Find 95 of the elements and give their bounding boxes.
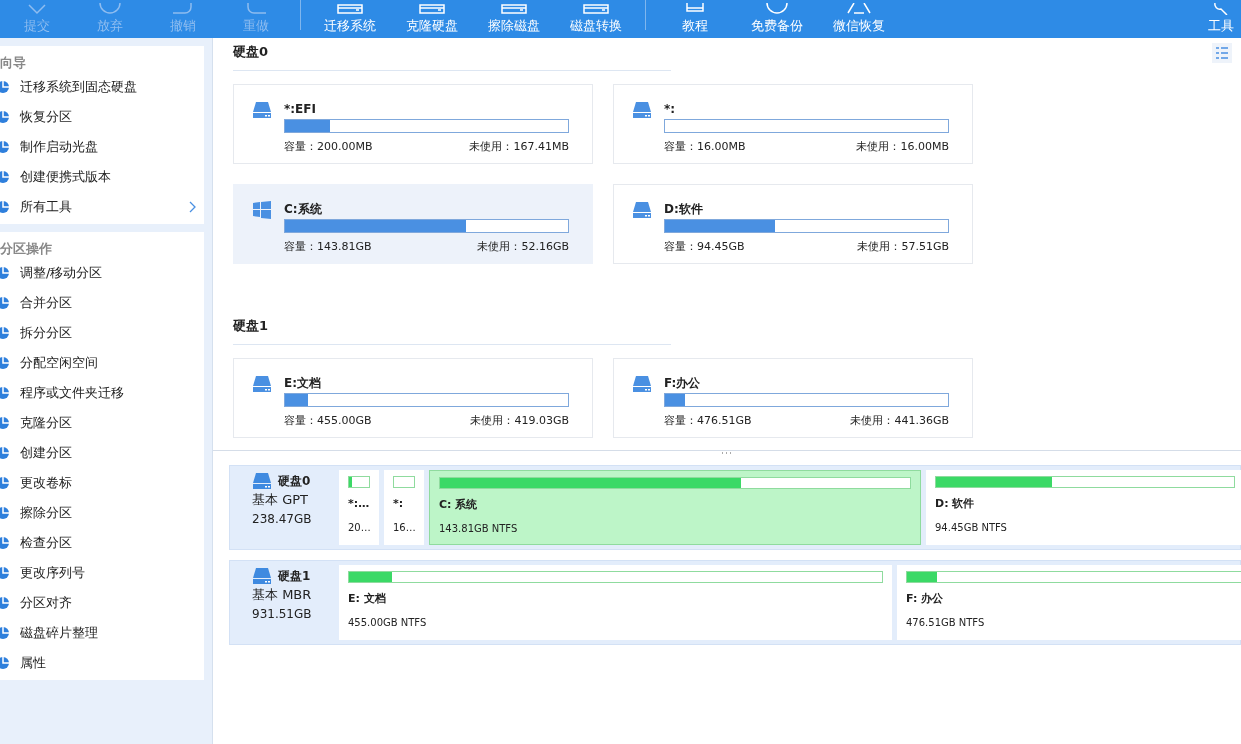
sidebar-item[interactable]: 检查分区 — [0, 528, 204, 558]
toolbar-button[interactable]: 教程 — [654, 0, 736, 38]
toolbar-button[interactable]: 磁盘转换 — [555, 0, 637, 38]
disk-name: 硬盘0 — [278, 473, 311, 490]
partition-card[interactable]: C:系统 容量：143.81GB 未使用：52.16GB — [233, 184, 593, 264]
section-title: 向导 — [0, 53, 27, 72]
capacity-text: 容量：476.51GB — [664, 413, 752, 429]
sidebar-item[interactable]: 磁盘碎片整理 — [0, 618, 204, 648]
windows-icon — [252, 201, 272, 219]
sidebar-item[interactable]: 属性 — [0, 648, 204, 678]
unused-text: 未使用：57.51GB — [857, 239, 949, 255]
unused-text: 未使用：167.41MB — [469, 139, 569, 155]
layout-icon[interactable] — [1212, 43, 1232, 63]
sidebar-item[interactable]: 合并分区 — [0, 288, 204, 318]
sidebar-item[interactable]: 迁移系统到固态硬盘 — [0, 72, 204, 102]
sidebar-item[interactable]: 分区对齐 — [0, 588, 204, 618]
toolbar-button[interactable]: 微信恢复 — [818, 0, 900, 38]
partition-block[interactable]: *: 16… — [384, 470, 424, 545]
sidebar-item[interactable]: 更改序列号 — [0, 558, 204, 588]
drive-icon — [252, 567, 272, 585]
partition-name: *: — [664, 101, 677, 117]
partition-name: D:软件 — [664, 201, 704, 217]
drive-icon — [632, 201, 652, 219]
partition-info: 20… — [348, 520, 370, 535]
partition-card[interactable]: F:办公 容量：476.51GB 未使用：441.36GB — [613, 358, 973, 438]
drive-icon — [252, 101, 272, 119]
sidebar-item[interactable]: 调整/移动分区 — [0, 258, 204, 288]
usage-bar — [393, 476, 415, 488]
partition-block[interactable]: E: 文档 455.00GB NTFS — [339, 565, 892, 640]
partition-name: C: 系统 — [439, 497, 479, 513]
drive-icon — [500, 3, 528, 15]
drive-icon — [252, 375, 272, 393]
disk-title: 硬盘1 — [233, 317, 269, 336]
disk-size: 238.47GB — [252, 510, 313, 528]
partition-info: 143.81GB NTFS — [439, 521, 519, 536]
drive-icon — [336, 3, 364, 15]
partition-card[interactable]: D:软件 容量：94.45GB 未使用：57.51GB — [613, 184, 973, 264]
sidebar-item[interactable]: 所有工具 — [0, 192, 204, 222]
splitter-handle[interactable] — [720, 451, 734, 455]
partition-name: *:EFI — [284, 101, 317, 117]
disk-type: 基本 GPT — [252, 491, 309, 509]
drive-icon — [582, 3, 610, 15]
sidebar-item[interactable]: 创建便携式版本 — [0, 162, 204, 192]
section-title: 分区操作 — [0, 239, 53, 258]
partition-name: F:办公 — [664, 375, 702, 391]
partition-info: 16… — [393, 520, 415, 535]
partition-name: D: 软件 — [935, 496, 976, 512]
sidebar-item[interactable]: 恢复分区 — [0, 102, 204, 132]
sidebar-item[interactable]: 拆分分区 — [0, 318, 204, 348]
disk-name: 硬盘1 — [278, 568, 311, 585]
toolbar-button[interactable]: 克隆硬盘 — [391, 0, 473, 38]
partition-info: 94.45GB NTFS — [935, 520, 1008, 535]
drive-icon — [632, 101, 652, 119]
sidebar-item[interactable]: 更改卷标 — [0, 468, 204, 498]
partition-info: 455.00GB NTFS — [348, 615, 428, 630]
sidebar-item[interactable]: 擦除分区 — [0, 498, 204, 528]
capacity-text: 容量：94.45GB — [664, 239, 745, 255]
partition-info: 476.51GB NTFS — [906, 615, 986, 630]
partition-card[interactable]: E:文档 容量：455.00GB 未使用：419.03GB — [233, 358, 593, 438]
partition-card[interactable]: *: 容量：16.00MB 未使用：16.00MB — [613, 84, 973, 164]
partition-name: E:文档 — [284, 375, 322, 391]
sidebar-item[interactable]: 程序或文件夹迁移 — [0, 378, 204, 408]
capacity-text: 容量：455.00GB — [284, 413, 372, 429]
toolbar-button[interactable]: 免费备份 — [736, 0, 818, 38]
sidebar-item[interactable]: 制作启动光盘 — [0, 132, 204, 162]
partition-block[interactable]: D: 软件 94.45GB NTFS — [926, 470, 1241, 545]
partition-name: C:系统 — [284, 201, 323, 217]
partition-block[interactable]: F: 办公 476.51GB NTFS — [897, 565, 1241, 640]
unused-text: 未使用：52.16GB — [477, 239, 569, 255]
disk-type: 基本 MBR — [252, 586, 313, 604]
tools-button[interactable]: 工具 — [1201, 0, 1241, 38]
partition-name: *: — [393, 496, 405, 512]
toolbar-button[interactable]: 迁移系统 — [309, 0, 391, 38]
sidebar-item[interactable]: 克隆分区 — [0, 408, 204, 438]
partition-name: F: 办公 — [906, 591, 945, 607]
capacity-text: 容量：143.81GB — [284, 239, 372, 255]
unused-text: 未使用：441.36GB — [850, 413, 949, 429]
partition-card[interactable]: *:EFI 容量：200.00MB 未使用：167.41MB — [233, 84, 593, 164]
drive-icon — [632, 375, 652, 393]
partition-block[interactable]: C: 系统 143.81GB NTFS — [429, 470, 921, 545]
drive-icon — [252, 472, 272, 490]
partition-name: *:… — [348, 496, 370, 512]
capacity-text: 容量：200.00MB — [284, 139, 373, 155]
sidebar-item[interactable]: 创建分区 — [0, 438, 204, 468]
partition-name: E: 文档 — [348, 591, 387, 607]
unused-text: 未使用：419.03GB — [470, 413, 569, 429]
unused-text: 未使用：16.00MB — [856, 139, 949, 155]
partition-block[interactable]: *:… 20… — [339, 470, 379, 545]
disk-size: 931.51GB — [252, 605, 313, 623]
drive-icon — [418, 3, 446, 15]
sidebar-item[interactable]: 分配空闲空间 — [0, 348, 204, 378]
triangle-icon — [845, 3, 873, 15]
toolbar-button[interactable]: 擦除磁盘 — [473, 0, 555, 38]
disk-title: 硬盘0 — [233, 43, 269, 62]
capacity-text: 容量：16.00MB — [664, 139, 746, 155]
